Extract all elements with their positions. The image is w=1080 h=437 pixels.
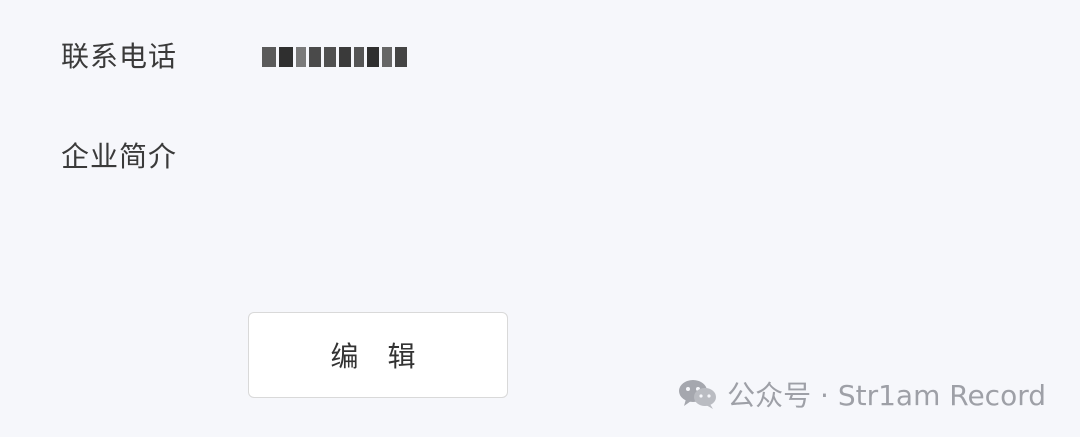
wechat-icon (677, 377, 719, 411)
watermark-text: 公众号 · Str1am Record (727, 379, 1046, 412)
masked-phone-value (262, 42, 434, 72)
watermark: 公众号 · Str1am Record (677, 374, 1046, 414)
phone-label: 联系电话 (61, 40, 178, 73)
edit-button[interactable]: 编 辑 (248, 312, 508, 398)
intro-label: 企业简介 (61, 140, 178, 173)
